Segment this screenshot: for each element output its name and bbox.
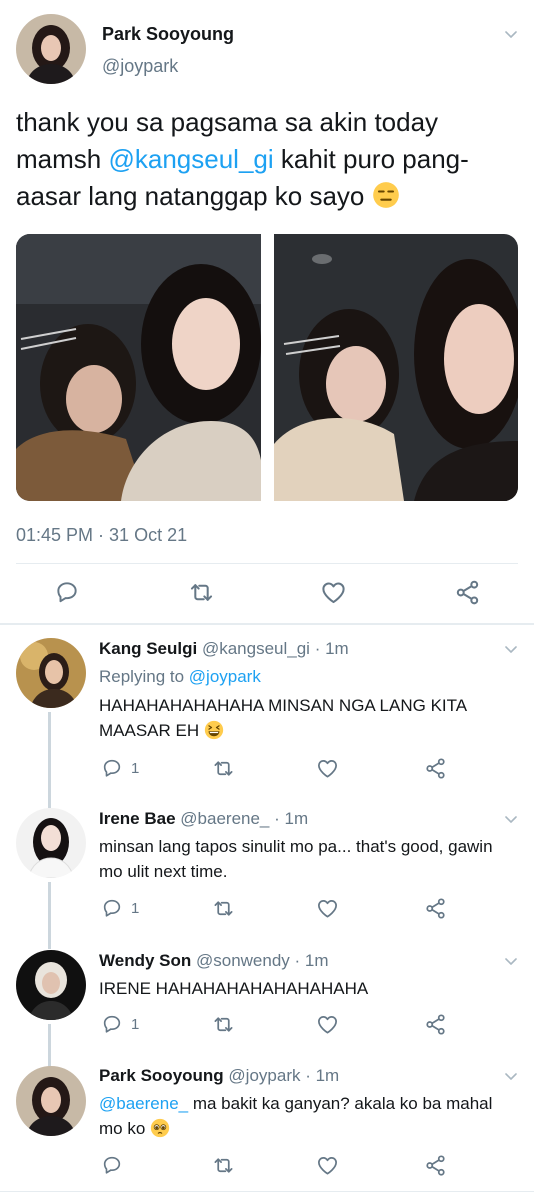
reply-header: Wendy Son @sonwendy · 1m xyxy=(99,951,329,971)
share-button[interactable] xyxy=(454,579,481,606)
reply-author-handle[interactable]: @joypark xyxy=(228,1066,300,1085)
chevron-down-icon[interactable] xyxy=(503,641,519,657)
reply-button[interactable]: 1 xyxy=(101,1013,139,1035)
like-icon xyxy=(316,1154,339,1177)
retweet-button[interactable] xyxy=(212,897,235,920)
retweet-button[interactable] xyxy=(212,757,235,780)
reply-header: Park Sooyoung @joypark · 1m xyxy=(99,1066,339,1086)
retweet-icon xyxy=(212,1154,235,1177)
like-button[interactable] xyxy=(320,579,347,606)
avatar[interactable] xyxy=(16,638,86,708)
thread-line xyxy=(48,712,51,808)
reply-time: · 1m xyxy=(274,809,309,828)
reply-button[interactable]: 1 xyxy=(101,757,139,779)
like-icon xyxy=(320,579,347,606)
avatar[interactable] xyxy=(16,808,86,878)
chevron-down-icon[interactable] xyxy=(503,811,519,827)
share-icon xyxy=(424,757,447,780)
reply-text: @baerene_ ma bakit ka ganyan? akala ko b… xyxy=(99,1091,499,1141)
reply-icon xyxy=(101,1013,123,1035)
like-button[interactable] xyxy=(316,757,339,780)
reply-time: · 1m xyxy=(314,639,349,658)
reply-author-name[interactable]: Wendy Son xyxy=(99,951,191,970)
divider xyxy=(16,563,518,564)
reply-author-name[interactable]: Park Sooyoung xyxy=(99,1066,224,1085)
chevron-down-icon[interactable] xyxy=(503,953,519,969)
expressionless-face-icon xyxy=(372,181,400,209)
selfie-photo-left[interactable] xyxy=(16,234,261,501)
avatar[interactable] xyxy=(16,1066,86,1136)
reply-author-name[interactable]: Irene Bae xyxy=(99,809,176,828)
reply-author-name[interactable]: Kang Seulgi xyxy=(99,639,197,658)
like-button[interactable] xyxy=(316,1154,339,1177)
divider xyxy=(0,623,534,625)
share-icon xyxy=(424,1013,447,1036)
like-icon xyxy=(316,1013,339,1036)
share-button[interactable] xyxy=(424,897,447,920)
reply-header: Kang Seulgi @kangseul_gi · 1m xyxy=(99,639,349,659)
reply-count: 1 xyxy=(131,1015,140,1033)
reply-text: minsan lang tapos sinulit mo pa... that'… xyxy=(99,837,493,881)
share-button[interactable] xyxy=(424,1013,447,1036)
reply-author-handle[interactable]: @kangseul_gi xyxy=(202,639,310,658)
chevron-down-icon[interactable] xyxy=(503,1068,519,1084)
reply-author-handle[interactable]: @sonwendy xyxy=(196,951,290,970)
reply-icon xyxy=(101,897,123,919)
chevron-down-icon[interactable] xyxy=(503,26,519,42)
retweet-button[interactable] xyxy=(212,1013,235,1036)
reply-button[interactable] xyxy=(54,579,80,605)
reply-icon xyxy=(54,579,80,605)
reply-header: Irene Bae @baerene_ · 1m xyxy=(99,809,308,829)
reply-text: IRENE HAHAHAHAHAHAHAHAHA xyxy=(99,979,369,998)
retweet-button[interactable] xyxy=(212,1154,235,1177)
avatar[interactable] xyxy=(16,950,86,1020)
retweet-icon xyxy=(212,1013,235,1036)
tweet-text: thank you sa pagsama sa akin today mamsh… xyxy=(16,104,520,215)
avatar[interactable] xyxy=(16,14,86,84)
reply-text: HAHAHAHAHAHAHA MINSAN NGA LANG KITA MAAS… xyxy=(99,693,519,743)
retweet-button[interactable] xyxy=(188,579,215,606)
selfie-photo-right[interactable] xyxy=(274,234,518,501)
like-button[interactable] xyxy=(316,897,339,920)
like-button[interactable] xyxy=(316,1013,339,1036)
grinning-squinting-face-icon xyxy=(204,720,224,740)
share-icon xyxy=(454,579,481,606)
retweet-icon xyxy=(188,579,215,606)
share-button[interactable] xyxy=(424,757,447,780)
reply-count: 1 xyxy=(131,759,140,777)
retweet-icon xyxy=(212,757,235,780)
like-icon xyxy=(316,757,339,780)
like-icon xyxy=(316,897,339,920)
share-icon xyxy=(424,1154,447,1177)
author-name[interactable]: Park Sooyoung xyxy=(102,24,234,45)
thread-line xyxy=(48,882,51,949)
reply-icon xyxy=(101,757,123,779)
reply-mention[interactable]: @baerene_ xyxy=(99,1094,188,1113)
reply-button[interactable] xyxy=(101,1154,131,1176)
divider xyxy=(0,1191,534,1192)
reply-time: · 1m xyxy=(294,951,329,970)
share-icon xyxy=(424,897,447,920)
reply-text-body: HAHAHAHAHAHAHA MINSAN NGA LANG KITA MAAS… xyxy=(99,696,467,740)
tweet-mention[interactable]: @kangseul_gi xyxy=(108,144,273,174)
pleading-face-icon xyxy=(150,1118,170,1138)
author-handle[interactable]: @joypark xyxy=(102,56,178,77)
reply-count: 1 xyxy=(131,899,140,917)
retweet-icon xyxy=(212,897,235,920)
replying-to-handle[interactable]: @joypark xyxy=(189,667,261,686)
reply-author-handle[interactable]: @baerene_ xyxy=(180,809,269,828)
replying-to-label: Replying to xyxy=(99,667,189,686)
share-button[interactable] xyxy=(424,1154,447,1177)
reply-time: · 1m xyxy=(305,1066,340,1085)
tweet-timestamp[interactable]: 01:45 PM · 31 Oct 21 xyxy=(16,525,187,546)
reply-button[interactable]: 1 xyxy=(101,897,139,919)
reply-icon xyxy=(101,1154,123,1176)
thread-line xyxy=(48,1024,51,1068)
replying-to: Replying to @joypark xyxy=(99,667,261,687)
